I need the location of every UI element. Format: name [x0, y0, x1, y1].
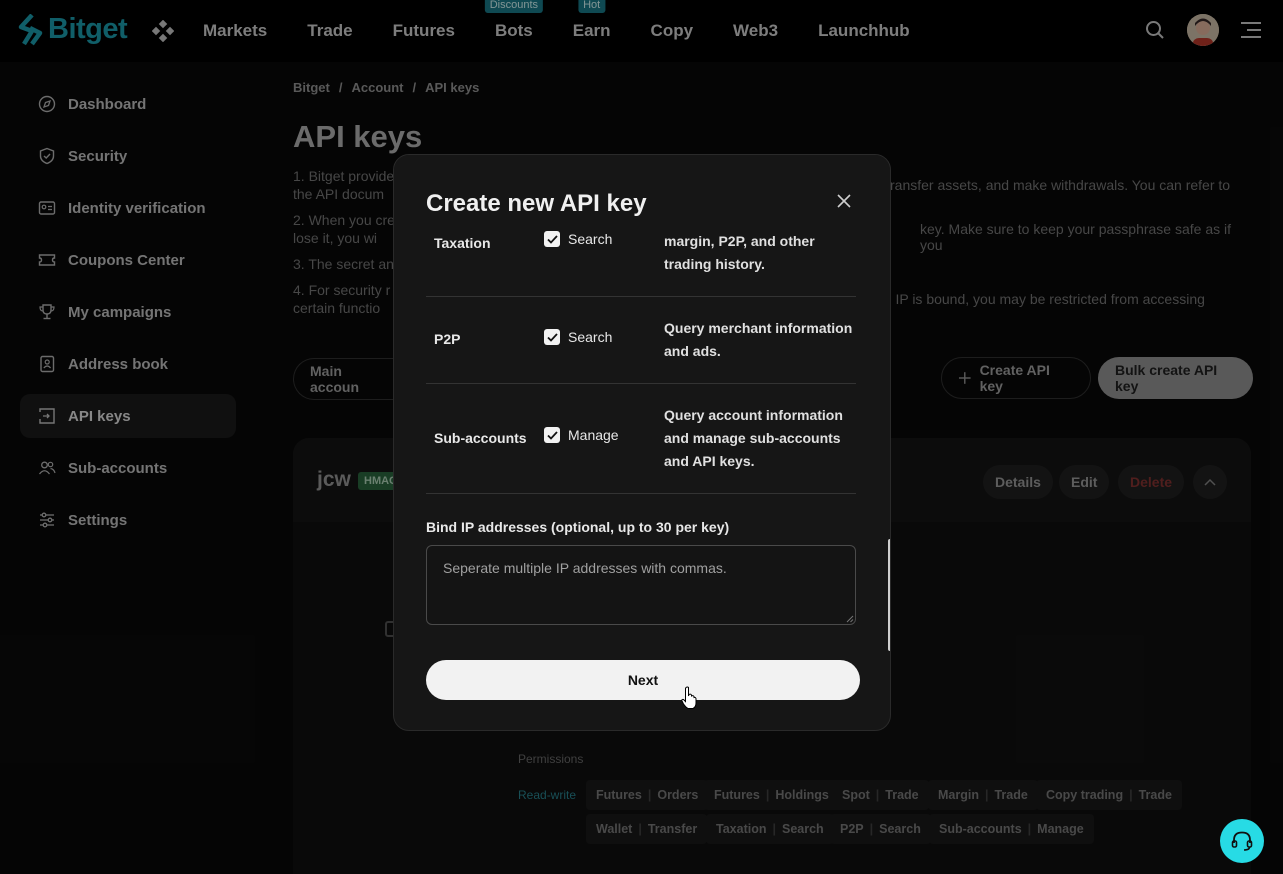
p2p-search-checkbox[interactable]: Search	[544, 329, 612, 345]
permission-description: margin, P2P, and other trading history.	[664, 233, 815, 272]
next-button[interactable]: Next	[426, 660, 860, 700]
permission-row-sub-accounts: Sub-accounts Manage Query account inform…	[426, 384, 856, 494]
permission-name: Sub-accounts	[434, 430, 527, 446]
permission-description: Query account information and manage sub…	[664, 407, 843, 469]
taxation-search-checkbox[interactable]: Search	[544, 231, 612, 247]
checkbox-checked-icon	[544, 329, 560, 345]
resize-handle-icon[interactable]	[846, 615, 854, 623]
create-api-key-modal: Taxation Search margin, P2P, and other t…	[393, 154, 891, 731]
ip-addresses-label: Bind IP addresses (optional, up to 30 pe…	[426, 519, 730, 535]
permission-row-taxation: Taxation Search margin, P2P, and other t…	[426, 229, 856, 297]
modal-title: Create new API key	[426, 190, 647, 217]
ip-addresses-input[interactable]	[426, 545, 856, 625]
support-chat-button[interactable]	[1220, 819, 1264, 863]
permission-name: Taxation	[434, 235, 491, 251]
checkbox-checked-icon	[544, 231, 560, 247]
close-icon[interactable]	[836, 193, 852, 209]
permission-description: Query merchant information and ads.	[664, 320, 853, 359]
sub-accounts-manage-checkbox[interactable]: Manage	[544, 427, 619, 443]
hand-cursor-icon	[681, 686, 697, 709]
headset-icon	[1231, 831, 1253, 851]
permission-row-p2p: P2P Search Query merchant information an…	[426, 297, 856, 384]
checkbox-checked-icon	[544, 427, 560, 443]
modal-scrollbar[interactable]	[888, 539, 890, 651]
permission-name: P2P	[434, 331, 461, 347]
